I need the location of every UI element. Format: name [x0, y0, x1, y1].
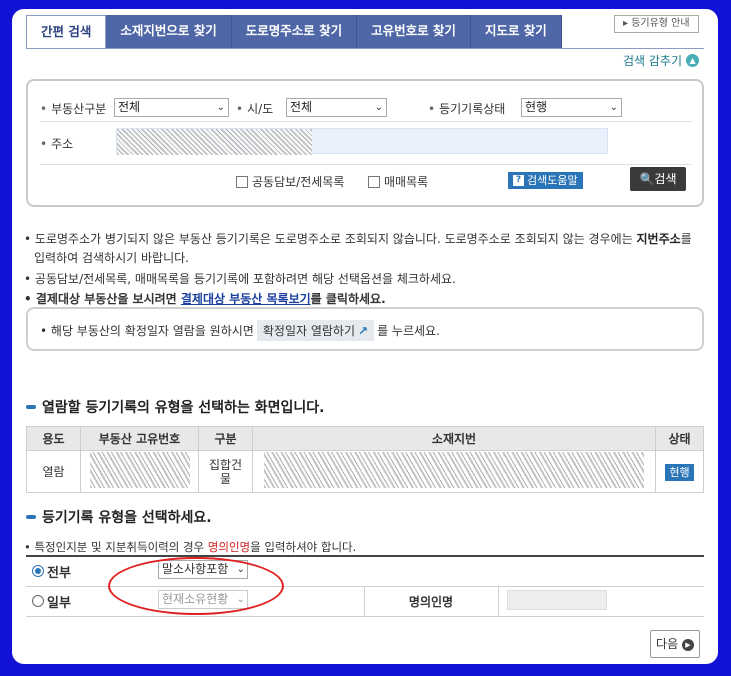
city-label: • 시/도: [236, 102, 274, 116]
redacted-address: [117, 129, 312, 155]
radio-selected-icon[interactable]: [32, 565, 44, 578]
search-tabs: 간편 검색 소재지번으로 찾기 도로명주소로 찾기 고유번호로 찾기 지도로 찾…: [26, 15, 562, 49]
annotation-ellipse: [108, 557, 284, 615]
chevron-up-icon: ▲: [686, 54, 700, 67]
confirm-date-view-button[interactable]: 확정일자 열람하기 ↗: [256, 320, 375, 341]
confirm-date-notice: • 해당 부동산의 확정일자 열람을 원하시면 확정일자 열람하기 ↗ 를 누르세요.: [40, 320, 440, 341]
divider: [40, 164, 692, 165]
checkbox-box[interactable]: [236, 175, 248, 188]
search-button[interactable]: 🔍검색: [630, 167, 686, 191]
next-button[interactable]: 다음 ▶: [650, 630, 700, 658]
collapse-search-label: 검색 감추기: [623, 54, 683, 68]
notice-road-address-cont: 입력하여 검색하시기 바랍니다.: [34, 251, 189, 265]
notice-payment-targets: • 결제대상 부동산을 보시려면 결제대상 부동산 목록보기를 클릭하세요.: [24, 292, 386, 306]
main-frame: 간편 검색 소재지번으로 찾기 도로명주소로 찾기 고유번호로 찾기 지도로 찾…: [12, 9, 718, 664]
question-icon: ?: [513, 175, 524, 186]
search-help-button[interactable]: ? 검색도움말: [508, 172, 583, 189]
col-header-use: 용도: [26, 426, 81, 451]
cell-use: 열람: [26, 450, 81, 493]
jeonse-list-label: 공동담보/전세목록: [252, 175, 345, 189]
radio-all[interactable]: 전부: [32, 562, 71, 581]
status-badge: 현행: [665, 463, 694, 481]
search-icon: 🔍: [639, 172, 655, 186]
divider: [40, 121, 692, 122]
property-type-label: • 부동산구분: [40, 102, 107, 116]
collapse-search-toggle[interactable]: 검색 감추기 ▲: [623, 52, 700, 69]
cell-unique-number: [80, 450, 199, 493]
col-header-location: 소재지번: [252, 426, 656, 451]
notice-options: • 공동담보/전세목록, 매매목록을 등기기록에 포함하려면 해당 선택옵션을 …: [24, 272, 456, 286]
tab-unique-number-search[interactable]: 고유번호로 찾기: [357, 15, 471, 49]
tab-simple-search[interactable]: 간편 검색: [26, 15, 107, 49]
confirm-date-panel: • 해당 부동산의 확정일자 열람을 원하시면 확정일자 열람하기 ↗ 를 누르세요.: [26, 307, 704, 351]
holder-name-input[interactable]: [506, 589, 607, 610]
section-select-type-title: 등기기록 유형을 선택하세요.: [26, 507, 212, 527]
cell-category: 집합건물: [198, 450, 253, 493]
chevron-down-icon: ⌄: [609, 102, 618, 113]
chevron-down-icon: ⌄: [374, 102, 383, 113]
col-header-unique-number: 부동산 고유번호: [80, 426, 199, 451]
jeonse-list-checkbox[interactable]: 공동담보/전세목록: [236, 173, 344, 190]
tabs-divider: [26, 48, 704, 49]
search-panel: • 부동산구분 전체 ⌄ • 시/도 전체 ⌄ • 등기기록상태 현행 ⌄ • 주소 공동담보…: [26, 79, 704, 207]
section-record-type-title: 열람할 등기기록의 유형을 선택하는 화면입니다.: [26, 397, 324, 417]
sale-list-checkbox[interactable]: 매매목록: [368, 173, 428, 190]
radio-unselected-icon[interactable]: [32, 595, 44, 607]
holder-name-notice: • 특정인지분 및 지분취득이력의 경우 명의인명을 입력하셔야 합니다.: [24, 540, 357, 554]
table-row: 열람 집합건물 현행: [26, 450, 704, 493]
city-select[interactable]: 전체 ⌄: [286, 98, 387, 117]
payment-target-list-link[interactable]: 결제대상 부동산 목록보기: [181, 292, 311, 306]
notice-road-address: • 도로명주소가 병기되지 않은 부동산 등기기록은 도로명주소로 조회되지 않…: [24, 232, 692, 246]
cell-status: 현행: [655, 450, 704, 493]
tab-map-search[interactable]: 지도로 찾기: [470, 15, 562, 49]
checkbox-box[interactable]: [368, 175, 380, 188]
col-header-category: 구분: [198, 426, 253, 451]
sale-list-label: 매매목록: [384, 175, 429, 189]
property-info-table: 용도 부동산 고유번호 구분 소재지번 상태 열람 집합건물 현행: [26, 426, 704, 493]
tab-road-address-search[interactable]: 도로명주소로 찾기: [231, 15, 358, 49]
redacted-location: [264, 452, 644, 488]
radio-part[interactable]: 일부: [32, 592, 71, 611]
col-header-status: 상태: [655, 426, 704, 451]
external-link-icon: ↗: [358, 324, 369, 338]
arrow-right-icon: ▶: [681, 638, 694, 651]
holder-name-label: 명의인명: [364, 586, 499, 617]
address-input[interactable]: [116, 128, 608, 155]
record-status-select[interactable]: 현행 ⌄: [521, 98, 622, 117]
record-type-guide-button[interactable]: ▸ 등기유형 안내: [614, 15, 699, 33]
cell-location: [252, 450, 656, 493]
tab-lot-number-search[interactable]: 소재지번으로 찾기: [106, 15, 232, 49]
address-label: • 주소: [40, 137, 74, 151]
property-type-select[interactable]: 전체 ⌄: [114, 98, 229, 117]
section-marker-icon: [26, 515, 36, 519]
section-marker-icon: [26, 405, 36, 409]
holder-name-cell: [498, 586, 704, 617]
chevron-down-icon: ⌄: [216, 102, 225, 113]
redacted-unique-number: [89, 452, 190, 488]
record-status-label: • 등기기록상태: [428, 102, 506, 116]
